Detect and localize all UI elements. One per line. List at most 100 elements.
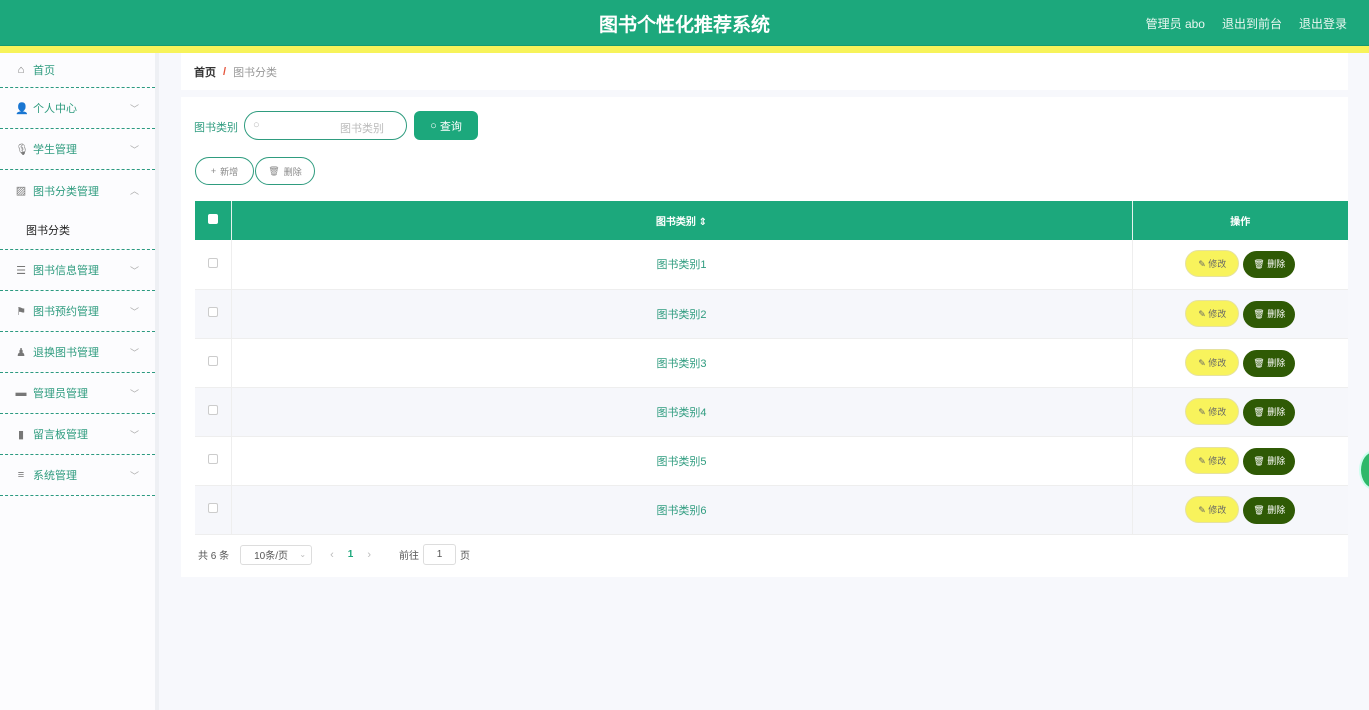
chevron-down-icon: ﹀	[129, 306, 139, 317]
sidebar-item-8[interactable]: ≡ 系统管理 ﹀	[0, 455, 155, 496]
delete-button[interactable]: 🗑 删除	[1243, 496, 1296, 524]
floating-widget[interactable]	[1359, 450, 1369, 490]
delete-button[interactable]: 🗑 删除	[1243, 349, 1296, 377]
chevron-down-icon: ﹀	[129, 388, 139, 399]
edit-button[interactable]: ✎ 修改	[1185, 397, 1240, 425]
edit-button[interactable]: ✎ 修改	[1185, 299, 1240, 327]
trash-icon: 🗑	[268, 165, 280, 176]
chevron-down-icon: ﹀	[129, 144, 139, 155]
row-checkbox[interactable]	[207, 257, 218, 268]
edit-button[interactable]: ✎ 修改	[1185, 348, 1240, 376]
sidebar-item-label: 图书分类管理	[33, 185, 99, 198]
sidebar-item-5[interactable]: ♟ 退换图书管理 ﹀	[0, 332, 155, 373]
delete-button[interactable]: 🗑 删除	[1243, 251, 1296, 279]
page-number[interactable]: 1	[348, 549, 354, 560]
table-row: 图书类别4 ✎ 修改 🗑 删除	[195, 387, 1348, 437]
delete-button[interactable]: 🗑 删除	[1243, 398, 1296, 426]
chevron-down-icon: ﹀	[129, 470, 139, 481]
page-size-value: 10条/页	[254, 551, 289, 562]
sidebar-item-4[interactable]: ⚑ 图书预约管理 ﹀	[0, 291, 155, 332]
edit-label: 修改	[1208, 308, 1227, 319]
add-label: 新增	[220, 166, 239, 177]
person-icon: ♟	[16, 346, 26, 359]
category-cell: 图书类别4	[231, 387, 1133, 437]
chevron-down-icon: ﹀	[129, 347, 139, 358]
total-count: 共 6 条	[198, 551, 230, 562]
prev-page-icon[interactable]: ‹	[330, 549, 334, 561]
table-row: 图书类别6 ✎ 修改 🗑 删除	[195, 485, 1348, 535]
monitor-icon: ▬	[15, 387, 27, 399]
sidebar-item-6[interactable]: ▬ 管理员管理 ﹀	[0, 373, 155, 414]
table-row: 图书类别3 ✎ 修改 🗑 删除	[195, 338, 1348, 388]
sidebar-item-7[interactable]: ▮ 留言板管理 ﹀	[0, 414, 155, 455]
home-icon: ⌂	[17, 64, 25, 76]
delete-button[interactable]: 🗑 删除	[1243, 447, 1296, 475]
table-row: 图书类别5 ✎ 修改 🗑 删除	[195, 436, 1348, 486]
row-checkbox[interactable]	[207, 405, 218, 415]
sidebar-item-3[interactable]: ☰ 图书信息管理 ﹀	[0, 250, 155, 291]
edit-label: 修改	[1208, 259, 1227, 270]
category-cell: 图书类别6	[231, 485, 1133, 535]
header-accent-strip	[0, 46, 1369, 53]
row-checkbox[interactable]	[207, 503, 218, 513]
edit-button[interactable]: ✎ 修改	[1185, 446, 1240, 474]
sidebar-item-0[interactable]: 👤 个人中心 ﹀	[0, 88, 155, 129]
category-cell: 图书类别5	[231, 436, 1133, 486]
sidebar-item-home[interactable]: ⌂ 首页	[0, 53, 155, 88]
column-label: 图书类别	[655, 217, 696, 228]
chart-icon: ▨	[15, 185, 27, 197]
edit-button[interactable]: ✎ 修改	[1185, 250, 1240, 278]
admin-user: 管理员 abo	[1145, 17, 1205, 31]
add-button[interactable]: + 新增	[195, 157, 254, 185]
query-button[interactable]: ○ 查询	[414, 111, 478, 140]
delete-label: 删除	[1267, 504, 1286, 515]
row-checkbox[interactable]	[207, 307, 218, 317]
exit-to-front-link[interactable]: 退出到前台	[1222, 15, 1282, 32]
menu-icon: ≡	[17, 469, 25, 481]
goto-label: 前往	[399, 551, 420, 562]
category-table: 图书类别 ⇕ 操作 图书类别1 ✎ 修改 🗑 删除 图书类别2 ✎ 修改 🗑 删除 图书类别…	[195, 201, 1348, 535]
query-label: 查询	[439, 120, 462, 133]
delete-label: 删除	[283, 166, 302, 177]
category-search-input[interactable]: ○ 图书类别	[244, 111, 407, 140]
delete-label: 删除	[1267, 406, 1286, 417]
category-cell: 图书类别1	[231, 240, 1133, 290]
sidebar-item-label: 图书信息管理	[33, 265, 99, 277]
breadcrumb: 首页 / 图书分类	[181, 53, 1348, 90]
top-bar: 图书个性化推荐系统 管理员 abo 退出到前台 退出登录	[0, 0, 1369, 46]
chevron-up-icon: ︿	[129, 186, 139, 196]
logout-link[interactable]: 退出登录	[1299, 15, 1347, 32]
sidebar-item-1[interactable]: 🎙 学生管理 ﹀	[0, 129, 155, 170]
table-row: 图书类别2 ✎ 修改 🗑 删除	[195, 289, 1348, 339]
sidebar-item-label: 系统管理	[33, 470, 77, 482]
sidebar-item-2[interactable]: ▨ 图书分类管理 ︿	[0, 170, 155, 211]
row-checkbox[interactable]	[207, 454, 218, 464]
sidebar-item-label: 退换图书管理	[33, 347, 99, 359]
delete-label: 删除	[1267, 357, 1286, 368]
page-size-select[interactable]: 10条/页 ⌄	[240, 544, 313, 565]
select-all-checkbox[interactable]	[207, 214, 218, 224]
goto-page-input[interactable]: 1	[423, 544, 457, 565]
row-checkbox[interactable]	[207, 356, 218, 366]
category-cell: 图书类别3	[231, 338, 1133, 388]
edit-button[interactable]: ✎ 修改	[1185, 495, 1240, 523]
user-icon: 👤	[15, 102, 29, 115]
sidebar-item-label: 管理员管理	[33, 388, 88, 400]
category-cell: 图书类别2	[231, 289, 1133, 339]
next-page-icon[interactable]: ›	[367, 549, 371, 561]
edit-label: 修改	[1208, 406, 1227, 417]
sidebar-subitem-category[interactable]: 图书分类	[0, 211, 155, 250]
plus-icon: +	[210, 166, 217, 176]
list-icon: ☰	[16, 264, 26, 277]
sidebar: ⌂ 首页 👤 个人中心 ﹀ 🎙 学生管理 ﹀ ▨ 图书分类管理 ︿ 图书分类 ☰ 图书信息管理 ﹀ ⚑ 图书预…	[0, 53, 159, 710]
column-header-category[interactable]: 图书类别 ⇕	[231, 201, 1133, 240]
delete-label: 删除	[1267, 308, 1286, 319]
search-icon: ○	[253, 119, 260, 131]
breadcrumb-home[interactable]: 首页	[194, 64, 216, 80]
batch-delete-button[interactable]: 🗑 删除	[255, 157, 315, 185]
sidebar-item-label: 学生管理	[33, 144, 77, 156]
chevron-down-icon: ⌄	[299, 550, 307, 559]
delete-button[interactable]: 🗑 删除	[1243, 300, 1296, 328]
mic-icon: 🎙	[15, 143, 29, 156]
search-placeholder: 图书类别	[340, 123, 384, 135]
